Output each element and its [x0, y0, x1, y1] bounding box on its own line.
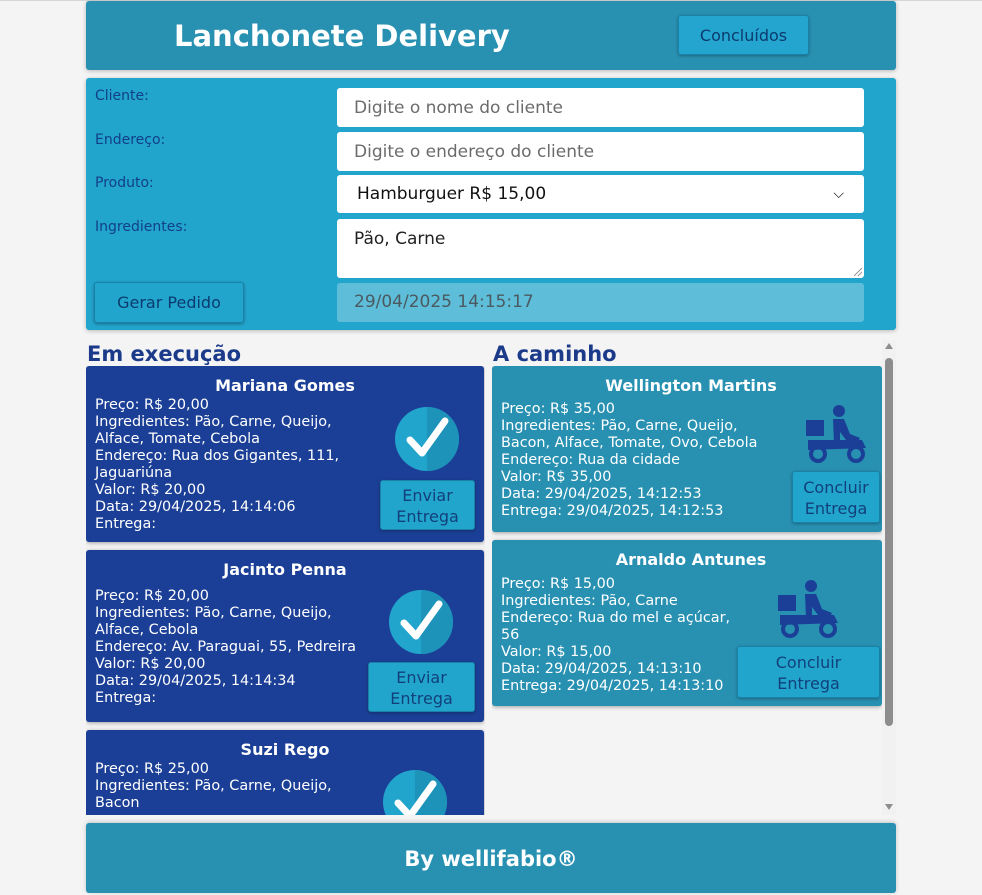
enviar-entrega-button[interactable]: Enviar Entrega [380, 480, 475, 530]
detail-line: Entrega: 29/04/2025, 14:13:10 [501, 678, 724, 694]
button-label-line: Concluir [803, 478, 869, 497]
detail-line: Entrega: 29/04/2025, 14:12:53 [501, 503, 724, 519]
detail-line: Ingredientes: Pão, Carne, Queijo, [95, 778, 332, 794]
detail-line: Preço: R$ 25,00 [95, 761, 209, 777]
detail-line: Endereço: Rua do mel e açúcar, [501, 610, 731, 626]
cliente-label: Cliente: [95, 88, 149, 104]
detail-line: Ingredientes: Pão, Carne, Queijo, [95, 414, 332, 430]
detail-line: Bacon, Alface, Tomate, Ovo, Cebola [501, 435, 758, 451]
detail-line: Alface, Tomate, Cebola [95, 431, 260, 447]
button-label-line: Entrega [396, 507, 459, 526]
delivery-motorcycle-icon [778, 580, 838, 638]
resize-grip-icon[interactable] [854, 268, 862, 276]
detail-line: Data: 29/04/2025, 14:12:53 [501, 486, 702, 502]
app-title: Lanchonete Delivery [174, 19, 510, 53]
button-label-line: Enviar [396, 668, 447, 687]
order-details: Preço: R$ 15,00 Ingredientes: Pão, Carne… [501, 576, 730, 695]
concluidos-button[interactable]: Concluídos [678, 15, 809, 55]
ingredientes-textarea[interactable]: Pão, Carne [337, 219, 864, 278]
cliente-input[interactable] [337, 88, 864, 127]
order-card: Arnaldo Antunes Preço: R$ 15,00 Ingredie… [492, 540, 882, 706]
detail-line: Jaguariúna [95, 465, 173, 481]
detail-line: Alface, Cebola [95, 622, 199, 638]
detail-line: Ingredientes: Pão, Carne, Queijo, [95, 605, 332, 621]
endereco-label: Endereço: [95, 132, 166, 148]
detail-line: Ingredientes: Pão, Carne, Queijo, [501, 418, 738, 434]
detail-line: Bacon [95, 795, 140, 811]
order-details: Preço: R$ 20,00 Ingredientes: Pão, Carne… [95, 397, 339, 533]
check-circle-icon [395, 407, 459, 471]
chevron-down-icon: ⌵ [833, 186, 844, 202]
button-label-line: Entrega [390, 689, 453, 708]
detail-line: Preço: R$ 35,00 [501, 401, 615, 417]
concluir-entrega-button[interactable]: Concluir Entrega [737, 646, 880, 698]
button-label-line: Entrega [804, 499, 868, 518]
app-footer: By wellifabio® [86, 823, 896, 893]
produto-selected-value: Hamburguer R$ 15,00 [357, 184, 547, 204]
order-card: Suzi Rego Preço: R$ 25,00 Ingredientes: … [86, 730, 484, 815]
produto-label: Produto: [95, 175, 154, 191]
order-details: Preço: R$ 35,00 Ingredientes: Pão, Carne… [501, 401, 757, 520]
customer-name: Wellington Martins [605, 376, 777, 395]
footer-text: By wellifabio® [404, 847, 578, 871]
order-card: Wellington Martins Preço: R$ 35,00 Ingre… [492, 366, 882, 532]
scroll-up-arrow-icon[interactable] [885, 343, 893, 349]
button-label-line: Concluir [775, 653, 842, 672]
scroll-down-arrow-icon[interactable] [885, 804, 893, 810]
scrollbar[interactable] [882, 340, 896, 815]
enviar-entrega-button[interactable]: Enviar Entrega [368, 662, 475, 712]
gerar-pedido-button[interactable]: Gerar Pedido [94, 282, 244, 323]
detail-line: Data: 29/04/2025, 14:14:06 [95, 499, 296, 515]
detail-line: Preço: R$ 15,00 [501, 576, 615, 592]
concluir-entrega-button[interactable]: Concluir Entrega [792, 471, 880, 523]
customer-name: Mariana Gomes [215, 376, 355, 395]
order-details: Preço: R$ 20,00 Ingredientes: Pão, Carne… [95, 588, 356, 707]
endereco-input[interactable] [337, 132, 864, 171]
ingredientes-label: Ingredientes: [95, 219, 188, 235]
detail-line: Valor: R$ 20,00 [95, 482, 206, 498]
detail-line: Data: 29/04/2025, 14:14:34 [95, 673, 296, 689]
detail-line: Endereço: Rua da cidade [501, 452, 681, 468]
check-circle-icon [383, 770, 447, 815]
order-card: Jacinto Penna Preço: R$ 20,00 Ingredient… [86, 550, 484, 722]
detail-line: Entrega: [95, 516, 157, 532]
ingredientes-value: Pão, Carne [354, 229, 446, 249]
em-execucao-title: Em execução [87, 342, 242, 366]
detail-line: Entrega: [95, 690, 157, 706]
detail-line: Ingredientes: Pão, Carne [501, 593, 678, 609]
detail-line: Endereço: Av. Paraguai, 55, Pedreira [95, 639, 356, 655]
a-caminho-list: Wellington Martins Preço: R$ 35,00 Ingre… [492, 366, 882, 815]
customer-name: Jacinto Penna [223, 560, 347, 579]
app-header: Lanchonete Delivery Concluídos [86, 1, 896, 70]
a-caminho-title: A caminho [493, 342, 617, 366]
em-execucao-list: Mariana Gomes Preço: R$ 20,00 Ingredient… [86, 366, 485, 815]
detail-line: Data: 29/04/2025, 14:13:10 [501, 661, 702, 677]
produto-select[interactable]: Hamburguer R$ 15,00 ⌵ [337, 175, 864, 213]
detail-line: Valor: R$ 15,00 [501, 644, 612, 660]
order-card: Mariana Gomes Preço: R$ 20,00 Ingredient… [86, 366, 484, 542]
detail-line: Endereço: Rua dos Gigantes, 111, [95, 448, 340, 464]
delivery-motorcycle-icon [806, 405, 866, 463]
check-circle-icon [389, 590, 453, 654]
order-details: Preço: R$ 25,00 Ingredientes: Pão, Carne… [95, 761, 332, 812]
customer-name: Arnaldo Antunes [615, 550, 767, 569]
detail-line: Valor: R$ 20,00 [95, 656, 206, 672]
scrollbar-thumb[interactable] [885, 358, 893, 726]
order-form: Cliente: Endereço: Produto: Hamburguer R… [86, 78, 896, 330]
button-label-line: Enviar [402, 486, 453, 505]
detail-line: Preço: R$ 20,00 [95, 588, 209, 604]
customer-name: Suzi Rego [240, 740, 330, 759]
detail-line: 56 [501, 627, 520, 643]
button-label-line: Entrega [777, 674, 840, 693]
detail-line: Preço: R$ 20,00 [95, 397, 209, 413]
detail-line: Valor: R$ 35,00 [501, 469, 612, 485]
datetime-field: 29/04/2025 14:15:17 [337, 283, 864, 322]
